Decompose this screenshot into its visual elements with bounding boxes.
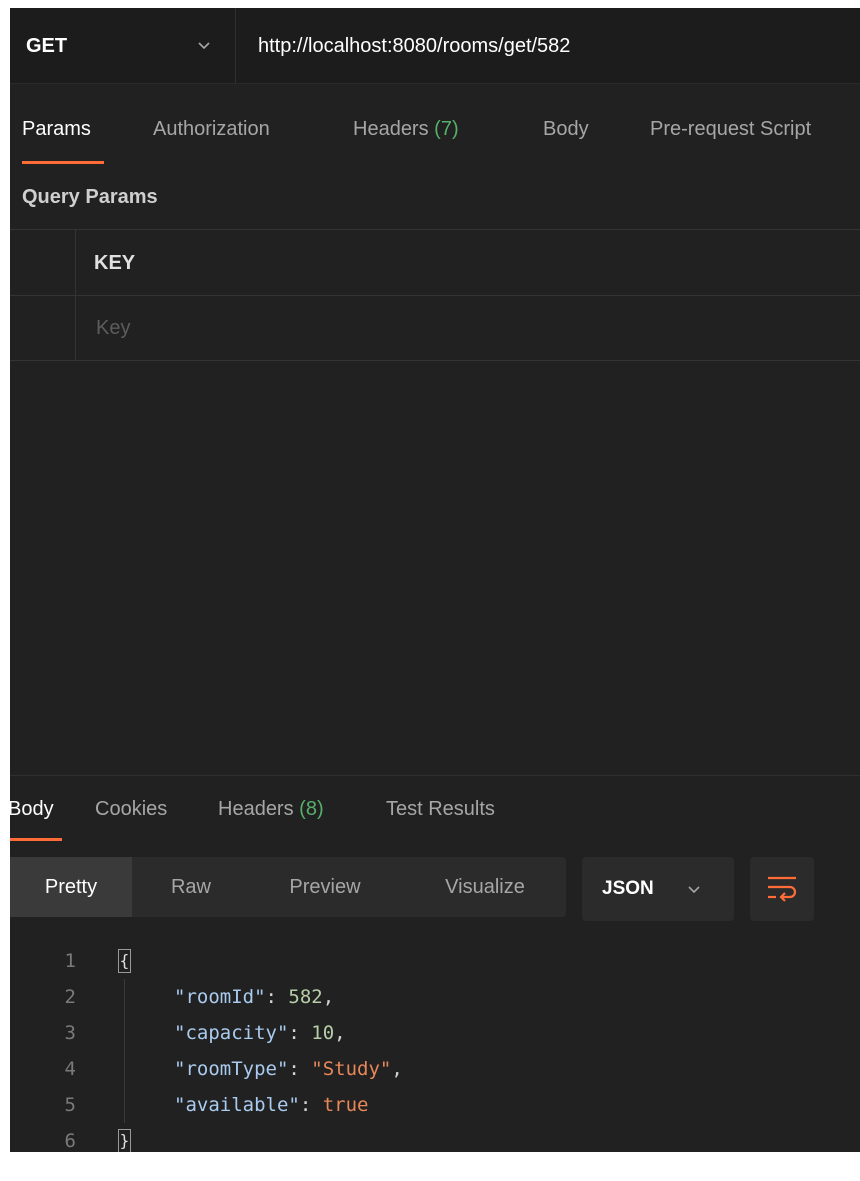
- code-line: 6 }: [10, 1123, 860, 1152]
- response-tab-test-results[interactable]: Test Results: [386, 798, 495, 821]
- bracket-match-open: {: [118, 949, 131, 973]
- format-label: JSON: [602, 878, 654, 899]
- tab-headers[interactable]: Headers (7): [353, 118, 459, 141]
- json-separator: ,: [334, 1022, 346, 1044]
- tab-label: Cookies: [95, 798, 168, 820]
- line-number: 3: [64, 1022, 76, 1044]
- view-preview-button[interactable]: Preview: [270, 857, 380, 917]
- code-line: 3 "capacity": 10,: [10, 1015, 860, 1051]
- view-visualize-button[interactable]: Visualize: [430, 857, 540, 917]
- response-tab-body[interactable]: Body: [10, 798, 54, 821]
- chevron-down-icon: [198, 42, 210, 50]
- url-bar: GET http://localhost:8080/rooms/get/582: [10, 8, 860, 84]
- params-empty-row: [10, 295, 860, 361]
- view-pretty-button[interactable]: Pretty: [10, 857, 132, 917]
- line-number: 5: [64, 1094, 76, 1116]
- headers-count-badge: (7): [434, 118, 459, 140]
- headers-count-badge: (8): [299, 798, 324, 820]
- tab-label: Test Results: [386, 798, 495, 820]
- response-tab-headers[interactable]: Headers (8): [218, 798, 324, 821]
- json-key: "roomId": [174, 986, 266, 1008]
- tab-label: Body: [10, 798, 54, 820]
- json-value: 582: [288, 986, 323, 1008]
- chevron-down-icon: [688, 886, 700, 894]
- key-input[interactable]: [86, 306, 386, 350]
- method-label: GET: [26, 35, 68, 57]
- tab-pre-request-script[interactable]: Pre-request Script: [650, 118, 811, 141]
- tab-label: Pre-request Script: [650, 118, 812, 140]
- line-number: 4: [64, 1058, 76, 1080]
- response-divider[interactable]: [10, 775, 860, 776]
- response-body-viewer[interactable]: 1 { 2 "roomId": 582, 3 "capacity": 10, 4…: [10, 943, 860, 1152]
- tab-body[interactable]: Body: [543, 118, 589, 141]
- json-value: 10: [311, 1022, 335, 1044]
- tab-label: Params: [22, 118, 91, 140]
- params-checkbox-column: [10, 230, 76, 295]
- json-value: true: [322, 1094, 369, 1116]
- json-field: "roomType": "Study",: [174, 1058, 403, 1080]
- view-mode-group: Pretty Raw Preview Visualize: [10, 857, 566, 917]
- params-header-row: KEY: [10, 229, 860, 295]
- active-tab-indicator: [22, 161, 104, 164]
- tab-label: Headers: [218, 798, 294, 820]
- bracket-match-close: }: [118, 1129, 131, 1152]
- method-select[interactable]: GET: [10, 8, 236, 84]
- json-key: "capacity": [174, 1022, 289, 1044]
- json-field: "roomId": 582,: [174, 986, 335, 1008]
- code-line: 1 {: [10, 943, 860, 979]
- tab-label: Headers: [353, 118, 429, 140]
- json-separator: ,: [391, 1058, 403, 1080]
- json-field: "capacity": 10,: [174, 1022, 346, 1044]
- wrap-lines-icon: [768, 876, 797, 902]
- key-column-header: KEY: [94, 252, 136, 274]
- tab-authorization[interactable]: Authorization: [153, 118, 270, 141]
- postman-window: GET http://localhost:8080/rooms/get/582 …: [10, 8, 860, 1152]
- query-params-table: KEY: [10, 229, 860, 361]
- tab-label: Body: [543, 118, 589, 140]
- params-checkbox-cell[interactable]: [10, 296, 76, 361]
- json-key: "available": [174, 1094, 300, 1116]
- json-key: "roomType": [174, 1058, 289, 1080]
- code-line: 4 "roomType": "Study",: [10, 1051, 860, 1087]
- response-tab-cookies[interactable]: Cookies: [95, 798, 167, 821]
- query-params-title: Query Params: [22, 186, 158, 208]
- code-line: 2 "roomId": 582,: [10, 979, 860, 1015]
- tab-params[interactable]: Params: [22, 118, 91, 141]
- active-response-tab-indicator: [10, 838, 62, 841]
- line-number: 1: [64, 950, 76, 972]
- line-number: 2: [64, 986, 76, 1008]
- view-raw-button[interactable]: Raw: [132, 857, 250, 917]
- line-number: 6: [64, 1130, 76, 1152]
- wrap-lines-button[interactable]: [750, 857, 814, 921]
- json-separator: ,: [322, 986, 335, 1008]
- url-input[interactable]: http://localhost:8080/rooms/get/582: [258, 35, 570, 58]
- request-tabs: Params Authorization Headers (7) Body Pr…: [10, 84, 860, 174]
- tab-label: Authorization: [153, 118, 270, 140]
- json-field: "available": true: [174, 1094, 369, 1116]
- code-line: 5 "available": true: [10, 1087, 860, 1123]
- json-value: "Study": [311, 1058, 392, 1080]
- format-select[interactable]: JSON: [582, 857, 734, 921]
